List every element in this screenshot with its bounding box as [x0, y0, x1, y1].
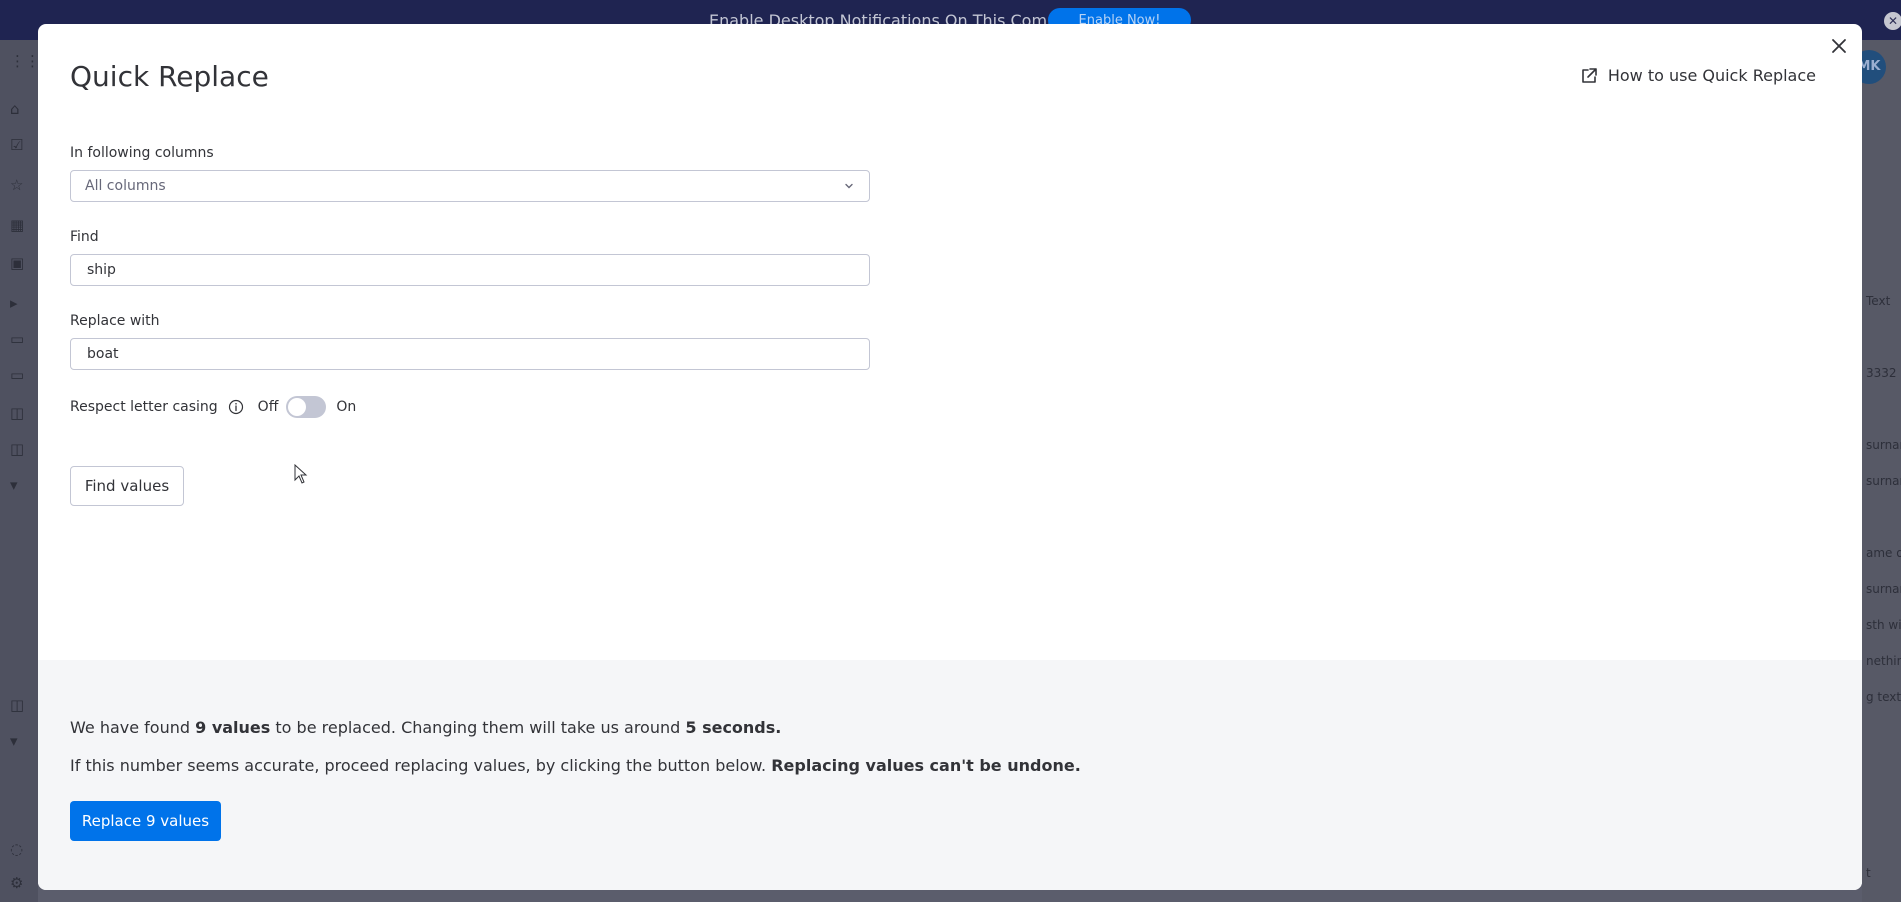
- background-cell: nethin: [1866, 654, 1901, 668]
- toggle-knob: [288, 398, 307, 416]
- check-icon[interactable]: ☑: [10, 136, 23, 154]
- help-icon[interactable]: ◌: [10, 840, 23, 858]
- home-icon[interactable]: ⌂: [10, 100, 20, 118]
- letter-casing-toggle[interactable]: [286, 396, 327, 418]
- letter-casing-row: Respect letter casing Off On: [70, 396, 356, 418]
- find-label: Find: [70, 229, 99, 245]
- find-values-button[interactable]: Find values: [70, 466, 184, 506]
- workspaces-icon[interactable]: ▦: [10, 216, 24, 234]
- close-icon: [1832, 38, 1846, 53]
- background-cell: surnam: [1866, 474, 1901, 488]
- find-input[interactable]: [70, 254, 870, 286]
- replace-input[interactable]: [70, 338, 870, 370]
- background-cell: surnam: [1866, 582, 1901, 596]
- estimated-time: 5 seconds.: [685, 718, 782, 737]
- results-panel: We have found 9 values to be replaced. C…: [38, 660, 1862, 890]
- replace-values-button[interactable]: Replace 9 values: [70, 801, 221, 841]
- board-icon[interactable]: ◫: [10, 696, 24, 714]
- board-icon[interactable]: ◫: [10, 440, 24, 458]
- quick-replace-dialog: Quick Replace How to use Quick Replace I…: [38, 24, 1862, 890]
- notification-close-icon[interactable]: ✕: [1884, 12, 1901, 30]
- background-board: Text 3332 surnam surnam ame or surnam st…: [1862, 40, 1901, 902]
- undo-warning: Replacing values can't be undone.: [771, 756, 1081, 775]
- workspace-avatar-icon[interactable]: ▣: [10, 254, 24, 272]
- help-link-label: How to use Quick Replace: [1607, 66, 1816, 85]
- apps-grid-icon[interactable]: ⋮⋮: [10, 52, 40, 70]
- replace-label: Replace with: [70, 313, 160, 329]
- external-link-icon: [1582, 67, 1597, 83]
- columns-select-value: All columns: [85, 178, 166, 194]
- doc-icon[interactable]: ▭: [10, 366, 24, 384]
- dialog-title: Quick Replace: [70, 60, 269, 93]
- background-cell: sth wit: [1866, 618, 1901, 632]
- background-cell: ame or: [1866, 546, 1901, 560]
- columns-label: In following columns: [70, 145, 214, 161]
- background-cell: surnam: [1866, 438, 1901, 452]
- star-icon[interactable]: ☆: [10, 176, 23, 194]
- letter-casing-label: Respect letter casing: [70, 399, 218, 415]
- collapse-arrow-icon[interactable]: ▾: [10, 476, 18, 494]
- background-cell: g text v: [1866, 690, 1901, 704]
- background-cell: t: [1866, 866, 1871, 880]
- results-summary: We have found 9 values to be replaced. C…: [70, 718, 782, 737]
- left-sidebar: ⋮⋮ ⌂ ☑ ☆ ▦ ▣ ▸ ▭ ▭ ◫ ◫ ▾ ◫ ▾ ◌ ⚙: [0, 40, 40, 902]
- mouse-cursor-icon: [294, 464, 308, 484]
- background-cell: 3332: [1866, 366, 1897, 380]
- columns-select[interactable]: All columns: [70, 170, 870, 202]
- doc-icon[interactable]: ▭: [10, 330, 24, 348]
- chevron-down-icon: [845, 183, 853, 189]
- toggle-off-label: Off: [257, 399, 279, 415]
- expand-arrow-icon[interactable]: ▸: [10, 294, 18, 312]
- info-icon[interactable]: [228, 399, 244, 415]
- results-warning: If this number seems accurate, proceed r…: [70, 756, 1081, 775]
- help-link[interactable]: How to use Quick Replace: [1580, 66, 1816, 85]
- board-icon[interactable]: ◫: [10, 404, 24, 422]
- collapse-arrow-icon[interactable]: ▾: [10, 732, 18, 750]
- close-button[interactable]: [1824, 32, 1854, 62]
- toggle-on-label: On: [336, 399, 357, 415]
- settings-icon[interactable]: ⚙: [10, 874, 23, 892]
- background-cell: Text: [1866, 294, 1891, 308]
- found-count: 9 values: [195, 718, 271, 737]
